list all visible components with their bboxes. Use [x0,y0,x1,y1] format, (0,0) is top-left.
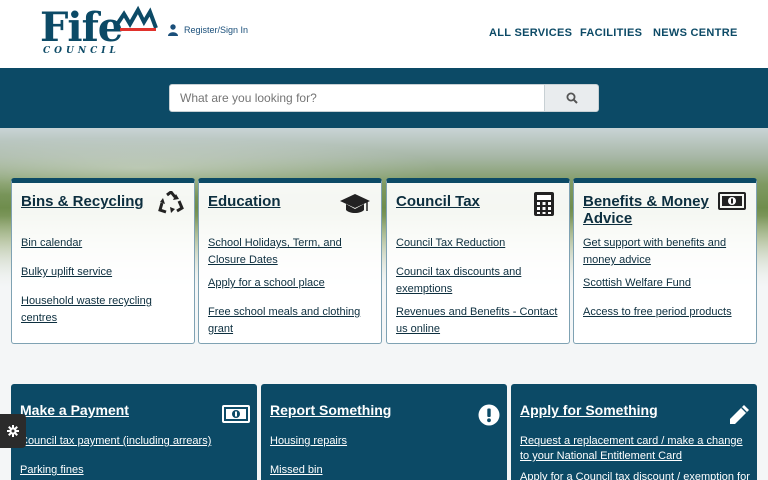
link-council-tax-payment[interactable]: Council tax payment (including arrears) [20,434,250,449]
gear-icon [7,425,19,437]
link-missed-bin[interactable]: Missed bin [270,463,500,478]
user-icon [168,24,178,36]
card-title[interactable]: Bins & Recycling [21,193,144,210]
card-title[interactable]: Report Something [270,402,391,418]
site-header: Fife COUNCIL Register/Sign In ALL SERVIC… [0,0,768,68]
search-band [0,68,768,128]
link-bulky-uplift[interactable]: Bulky uplift service [21,264,186,281]
link-housing-repairs[interactable]: Housing repairs [270,434,500,449]
nav-news-centre[interactable]: NEWS CENTRE [653,27,738,39]
link-parking-fines[interactable]: Parking fines [20,463,250,478]
link-free-school-meals[interactable]: Free school meals and clothing grant [208,304,373,338]
link-school-holidays[interactable]: School Holidays, Term, and Closure Dates [208,235,373,269]
search-input[interactable] [169,84,545,112]
link-revenues-benefits-contact[interactable]: Revenues and Benefits - Contact us onlin… [396,304,561,338]
cookie-settings-button[interactable] [0,414,26,448]
calculator-icon [534,192,554,216]
sign-in-label: Register/Sign In [184,25,249,35]
card-make-payment: Make a Payment Council tax payment (incl… [11,384,257,480]
logo-crown-mark [114,5,158,31]
graduation-cap-icon [340,194,370,213]
exclamation-icon [478,404,500,426]
fife-council-logo[interactable]: Fife COUNCIL [40,4,158,58]
card-council-tax: Council Tax Council Tax Reduction Counci… [386,178,570,344]
search-icon [566,92,578,104]
link-council-tax-reduction[interactable]: Council Tax Reduction [396,235,561,252]
recycle-icon [158,191,184,214]
link-discounts-exemptions[interactable]: Council tax discounts and exemptions [396,264,561,298]
card-apply-for-something: Apply for Something Request a replacemen… [511,384,757,480]
card-bins-recycling: Bins & Recycling Bin calendar Bulky upli… [11,178,195,344]
link-benefits-support[interactable]: Get support with benefits and money advi… [583,235,748,269]
card-report-something: Report Something Housing repairs Missed … [261,384,507,480]
link-apply-school-place[interactable]: Apply for a school place [208,275,373,292]
link-scottish-welfare-fund[interactable]: Scottish Welfare Fund [583,275,748,292]
link-national-entitlement-card[interactable]: Request a replacement card / make a chan… [520,434,750,464]
card-title[interactable]: Make a Payment [20,402,129,418]
register-sign-in-link[interactable]: Register/Sign In [168,24,248,36]
link-bin-calendar[interactable]: Bin calendar [21,235,186,252]
nav-all-services[interactable]: ALL SERVICES [489,27,572,39]
card-benefits-money: Benefits & Money Advice Get support with… [573,178,757,344]
link-council-tax-discount-apply[interactable]: Apply for a Council tax discount / exemp… [520,470,750,480]
card-title[interactable]: Education [208,193,281,210]
logo-text: Fife [40,4,123,51]
link-free-period-products[interactable]: Access to free period products [583,304,748,321]
banknote-icon [222,405,250,423]
card-education: Education School Holidays, Term, and Clo… [198,178,382,344]
card-title[interactable]: Council Tax [396,193,480,210]
pencil-icon [730,405,749,424]
search-button[interactable] [544,84,599,112]
logo-subtitle: COUNCIL [43,46,120,56]
nav-facilities[interactable]: FACILITIES [580,27,642,39]
card-title[interactable]: Apply for Something [520,402,658,418]
banknote-icon [718,192,746,210]
card-title[interactable]: Benefits & Money Advice [583,193,713,227]
link-recycling-centres[interactable]: Household waste recycling centres [21,293,186,327]
